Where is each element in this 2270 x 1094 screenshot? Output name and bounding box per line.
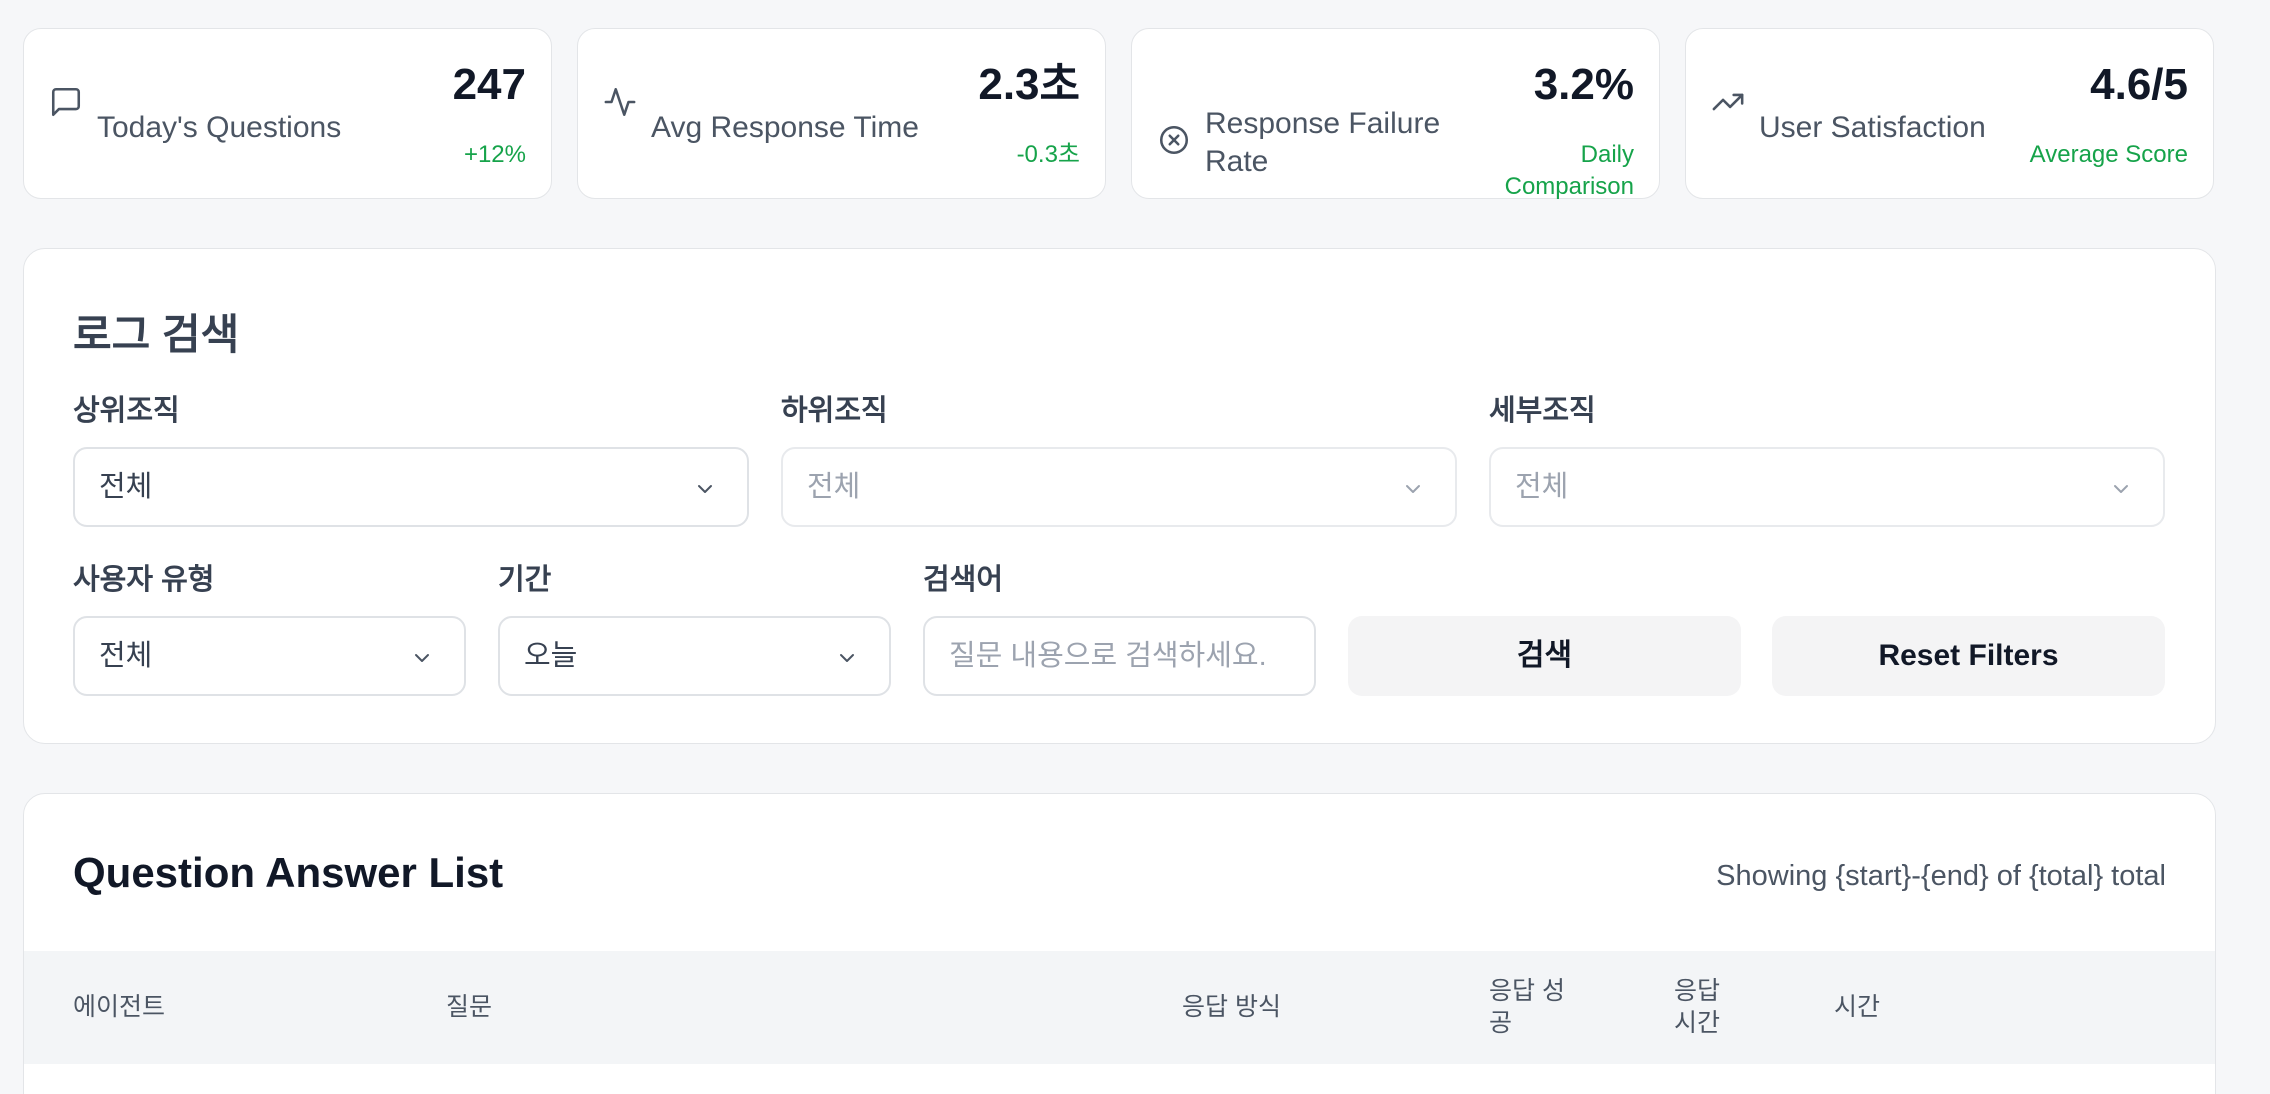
period-label: 기간 — [498, 564, 552, 596]
column-response-success-line1: 응답 성 — [1489, 977, 1565, 1005]
column-time: 시간 — [1834, 993, 1881, 1021]
select-value: 전체 — [1515, 471, 1569, 503]
upper-org-select[interactable]: 전체 — [73, 447, 749, 527]
stat-delta: Average Score — [2029, 141, 2188, 168]
column-response-time-line1: 응답 — [1674, 977, 1721, 1005]
column-response-success-line2: 공 — [1489, 1009, 1513, 1037]
stat-value: 4.6/5 — [2090, 60, 2188, 109]
column-response-method: 응답 방식 — [1182, 993, 1281, 1021]
x-circle-icon — [1157, 123, 1191, 157]
stat-label-line2: Rate — [1205, 145, 1269, 178]
stat-delta: -0.3초 — [1016, 141, 1080, 168]
list-title: Question Answer List — [73, 849, 504, 896]
stat-value: 3.2% — [1533, 60, 1634, 109]
lower-org-select[interactable]: 전체 — [781, 447, 1457, 527]
stat-label: Avg Response Time — [651, 111, 919, 144]
reset-filters-button[interactable]: Reset Filters — [1772, 616, 2165, 696]
chevron-down-icon — [2114, 485, 2128, 493]
chevron-down-icon — [415, 654, 429, 662]
log-search-panel: 로그 검색 상위조직 전체 하위조직 전체 세부조직 전체 사용자 유형 전체 … — [23, 248, 2216, 744]
stat-card-user-satisfaction: User Satisfaction 4.6/5 Average Score — [1685, 28, 2214, 199]
column-question: 질문 — [446, 993, 493, 1021]
user-type-label: 사용자 유형 — [73, 564, 215, 596]
upper-org-label: 상위조직 — [73, 395, 180, 427]
user-type-select[interactable]: 전체 — [73, 616, 466, 696]
select-value: 전체 — [99, 640, 153, 672]
chevron-down-icon — [1406, 485, 1420, 493]
trending-up-icon — [1711, 85, 1745, 119]
column-agent: 에이전트 — [73, 993, 166, 1021]
select-value: 전체 — [807, 471, 861, 503]
activity-icon — [603, 85, 637, 119]
stat-card-avg-response-time: Avg Response Time 2.3초 -0.3초 — [577, 28, 1106, 199]
stat-card-response-failure-rate: Response Failure Rate 3.2% Daily Compari… — [1131, 28, 1660, 200]
keyword-label: 검색어 — [923, 564, 1004, 596]
detail-org-label: 세부조직 — [1489, 395, 1596, 427]
section-title: 로그 검색 — [73, 311, 240, 358]
select-value: 전체 — [99, 471, 153, 503]
pagination-summary: Showing {start}-{end} of {total} total — [1716, 860, 2166, 892]
message-square-icon — [49, 85, 83, 119]
search-button[interactable]: 검색 — [1348, 616, 1741, 696]
stat-delta: +12% — [463, 141, 526, 168]
stat-delta-line1: Daily — [1580, 141, 1634, 168]
question-answer-list-panel: Question Answer List Showing {start}-{en… — [23, 793, 2216, 1094]
keyword-input[interactable]: 질문 내용으로 검색하세요. — [923, 616, 1316, 696]
detail-org-select[interactable]: 전체 — [1489, 447, 2165, 527]
stat-value: 247 — [452, 60, 526, 109]
column-response-time-line2: 시간 — [1674, 1009, 1721, 1037]
period-select[interactable]: 오늘 — [498, 616, 891, 696]
chevron-down-icon — [698, 485, 712, 493]
lower-org-label: 하위조직 — [781, 395, 888, 427]
select-value: 오늘 — [524, 640, 578, 672]
stat-value: 2.3초 — [978, 60, 1080, 109]
chevron-down-icon — [840, 654, 854, 662]
table-header: 에이전트 질문 응답 방식 응답 성 공 응답 시간 시간 — [24, 951, 2215, 1064]
stat-label: Today's Questions — [97, 111, 342, 144]
stat-delta-line2: Comparison — [1504, 173, 1634, 200]
stat-card-today-questions: Today's Questions 247 +12% — [23, 28, 552, 199]
stat-label: User Satisfaction — [1759, 111, 1986, 144]
stat-label-line1: Response Failure — [1205, 107, 1441, 140]
